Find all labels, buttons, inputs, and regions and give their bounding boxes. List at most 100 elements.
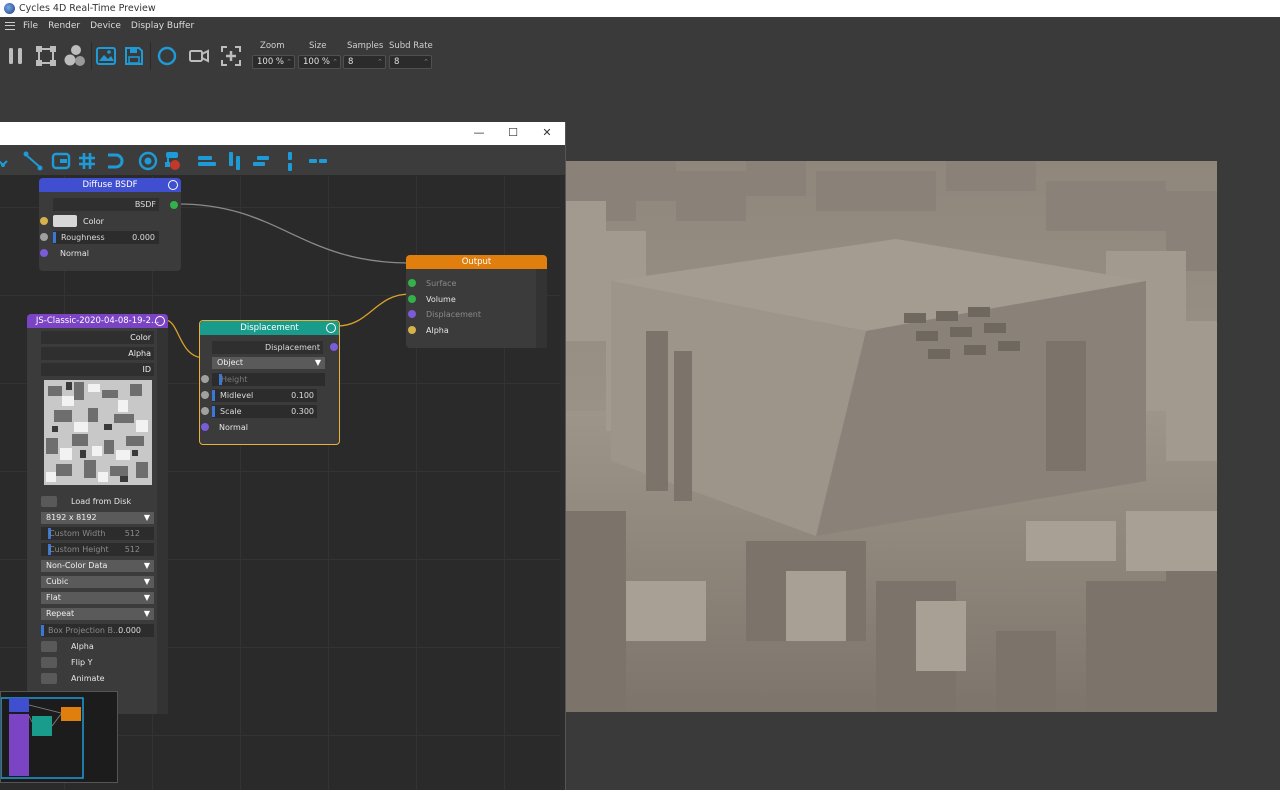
projection-dropdown[interactable]: Flat ▼ [41, 592, 154, 604]
bsdf-output-socket[interactable] [170, 201, 178, 209]
menu-file[interactable]: File [23, 21, 38, 31]
connect-icon[interactable] [22, 150, 44, 172]
normal-input-socket[interactable] [40, 249, 48, 257]
spinner-arrows-icon[interactable]: ⌃ [286, 56, 292, 68]
output-node-header[interactable]: Output [406, 255, 547, 269]
color-input-socket[interactable] [40, 217, 48, 225]
flip-y-checkbox[interactable] [41, 657, 57, 668]
minimize-button[interactable]: — [471, 126, 487, 140]
extension-dropdown[interactable]: Repeat ▼ [41, 608, 154, 620]
node-preview-toggle-icon[interactable] [168, 180, 178, 190]
navigator-minimap[interactable] [0, 691, 118, 783]
menu-render[interactable]: Render [48, 21, 80, 31]
color-space-value: Non-Color Data [46, 561, 108, 570]
resolution-dropdown[interactable]: 8192 x 8192 ▼ [41, 512, 154, 524]
save-icon[interactable] [121, 43, 147, 69]
zoom-spinner[interactable]: 100 % ⌃ [252, 55, 295, 69]
image-icon[interactable] [93, 43, 119, 69]
distribute-horizontal-icon[interactable] [251, 150, 273, 172]
samples-label: Samples [347, 41, 384, 51]
alpha-input-socket[interactable] [408, 326, 416, 334]
roughness-input-socket[interactable] [40, 233, 48, 241]
image-node-header[interactable]: JS-Classic-2020-04-08-19-2... [27, 314, 168, 328]
midlevel-input-socket[interactable] [201, 391, 209, 399]
scale-input-socket[interactable] [201, 407, 209, 415]
diffuse-output-bsdf: BSDF [53, 198, 159, 211]
scale-field[interactable]: Scale 0.300 [212, 405, 317, 418]
refresh-icon[interactable] [137, 150, 159, 172]
custom-height-label: Custom Height [49, 545, 109, 554]
node-editor-toolbar [0, 145, 565, 176]
align-left-icon[interactable] [196, 150, 218, 172]
app-title: Cycles 4D Real-Time Preview [19, 3, 156, 14]
add-target-icon[interactable] [218, 43, 244, 69]
load-from-disk-checkbox[interactable] [41, 496, 57, 507]
alpha-checkbox[interactable] [41, 641, 57, 652]
diffuse-bsdf-node[interactable]: Diffuse BSDF BSDF Color Roughness 0.000 … [39, 178, 181, 271]
displacement-node[interactable]: Displacement Displacement Object ▼ Height… [199, 320, 340, 445]
subd-rate-spinner[interactable]: 8 ⌃ [389, 55, 432, 69]
midlevel-field[interactable]: Midlevel 0.100 [212, 389, 317, 402]
node-editor-titlebar: — ☐ ✕ [0, 122, 565, 145]
image-node-side-panel [157, 328, 168, 714]
render-viewport[interactable] [566, 161, 1217, 712]
image-texture-node[interactable]: JS-Classic-2020-04-08-19-2... Color Alph… [27, 314, 168, 714]
roughness-label: Roughness [61, 233, 105, 242]
circle-icon[interactable] [154, 43, 180, 69]
align-vertical-icon[interactable] [224, 150, 246, 172]
diffuse-node-header[interactable]: Diffuse BSDF [39, 178, 181, 192]
pause-icon[interactable] [3, 43, 29, 69]
displacement-space-dropdown[interactable]: Object ▼ [212, 357, 325, 369]
spinner-arrows-icon[interactable]: ⌃ [377, 56, 383, 68]
color-swatch[interactable] [53, 215, 77, 227]
frame-icon[interactable] [50, 150, 72, 172]
custom-width-value: 512 [124, 529, 140, 538]
hamburger-menu-icon[interactable] [5, 21, 15, 30]
material-balls-icon[interactable] [62, 43, 88, 69]
displacement-output-socket[interactable] [330, 343, 338, 351]
alpha-option-label: Alpha [71, 642, 94, 651]
close-button[interactable]: ✕ [539, 126, 555, 140]
box-blend-slider-bar [41, 625, 44, 636]
displacement-node-header[interactable]: Displacement [200, 321, 339, 335]
size-spinner[interactable]: 100 % ⌃ [298, 55, 341, 69]
zoom-label: Zoom [260, 41, 285, 51]
node-graph-icon[interactable] [163, 150, 185, 172]
region-icon[interactable] [33, 43, 59, 69]
custom-width-field[interactable]: Custom Width 512 [41, 527, 154, 540]
spinner-arrows-icon[interactable]: ⌃ [423, 56, 429, 68]
maximize-button[interactable]: ☐ [505, 126, 521, 140]
grid-icon[interactable] [76, 150, 98, 172]
midlevel-label: Midlevel [220, 391, 254, 400]
disp-normal-input-socket[interactable] [201, 423, 209, 431]
spinner-arrows-icon[interactable]: ⌃ [332, 56, 338, 68]
toolbar-divider [91, 42, 92, 70]
displacement-input-socket[interactable] [408, 310, 416, 318]
height-field[interactable]: Height [212, 373, 325, 386]
image-output-color: Color [41, 331, 154, 344]
animate-checkbox[interactable] [41, 673, 57, 684]
roughness-field[interactable]: Roughness 0.000 [53, 231, 159, 244]
custom-height-field[interactable]: Custom Height 512 [41, 543, 154, 556]
menu-device[interactable]: Device [90, 21, 121, 31]
node-preview-toggle-icon[interactable] [155, 316, 165, 326]
interpolation-dropdown[interactable]: Cubic ▼ [41, 576, 154, 588]
alpha-label: Alpha [426, 326, 449, 335]
node-canvas[interactable]: Diffuse BSDF BSDF Color Roughness 0.000 … [0, 176, 560, 790]
node-preview-toggle-icon[interactable] [326, 323, 336, 333]
camera-icon[interactable] [186, 43, 212, 69]
subd-rate-label: Subd Rate [389, 41, 433, 51]
output-node[interactable]: Output Surface Volume Displacement Alpha [406, 255, 547, 348]
box-projection-blend-field[interactable]: Box Projection B... 0.000 [41, 624, 154, 637]
height-input-socket[interactable] [201, 375, 209, 383]
surface-input-socket[interactable] [408, 279, 416, 287]
distribute-vertical-icon[interactable] [279, 150, 301, 172]
menu-display-buffer[interactable]: Display Buffer [131, 21, 194, 31]
color-space-dropdown[interactable]: Non-Color Data ▼ [41, 560, 154, 572]
bezier-icon[interactable] [0, 150, 18, 172]
scale-value: 0.300 [291, 407, 314, 416]
collapse-icon[interactable] [307, 150, 329, 172]
magnet-icon[interactable] [104, 150, 126, 172]
samples-spinner[interactable]: 8 ⌃ [343, 55, 386, 69]
volume-input-socket[interactable] [408, 295, 416, 303]
